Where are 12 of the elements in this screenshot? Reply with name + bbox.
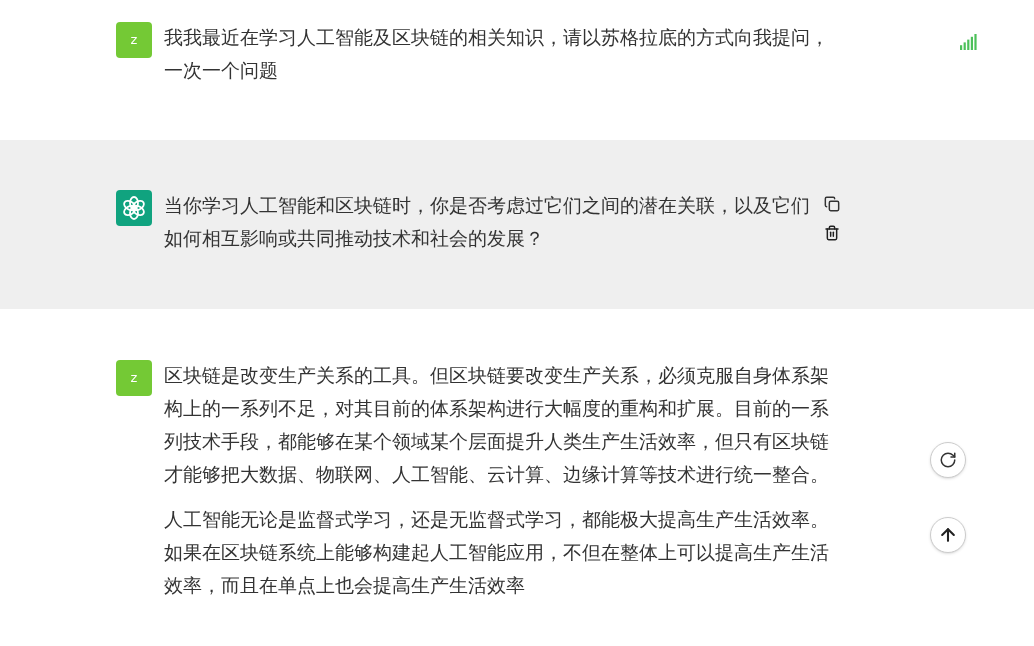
- message-text: 当你学习人工智能和区块链时，你是否考虑过它们之间的潜在关联，以及它们 如何相互影响或共同推动技术和社会的发展？: [164, 193, 810, 251]
- trash-icon: [824, 225, 840, 241]
- user-avatar: z: [116, 360, 152, 396]
- message-text: 我我最近在学习人工智能及区块链的相关知识，请以苏格拉底的方式向我提问， 一次一个问题: [164, 25, 829, 83]
- delete-button[interactable]: [822, 223, 842, 243]
- copy-icon: [824, 196, 840, 212]
- user-avatar: z: [116, 22, 152, 58]
- copy-button[interactable]: [822, 194, 842, 214]
- signal-icon: [960, 34, 978, 50]
- message-text: 人工智能无论是监督式学习，还是无监督式学习，都能极大提高生产生活效率。 如果在区块链系统上能够构建起人工智能应用，不但在整体上可以提高生产生活 效率，而且在单点上也会提高生产生活效率: [164, 507, 829, 598]
- message-text: 区块链是改变生产关系的工具。但区块链要改变生产关系，必须克服自身体系架 构上的一系列不足，对其目前的体系架构进行大幅度的重构和扩展。目前的一系 列技术手段，都能够在某个领域某个层面提升人类生产生活效率，但只有区块链 才能够把大数据、物联网、人工智能、云计算、边缘计算等技术进行统一整合。: [164, 363, 829, 487]
- refresh-icon: [939, 451, 957, 469]
